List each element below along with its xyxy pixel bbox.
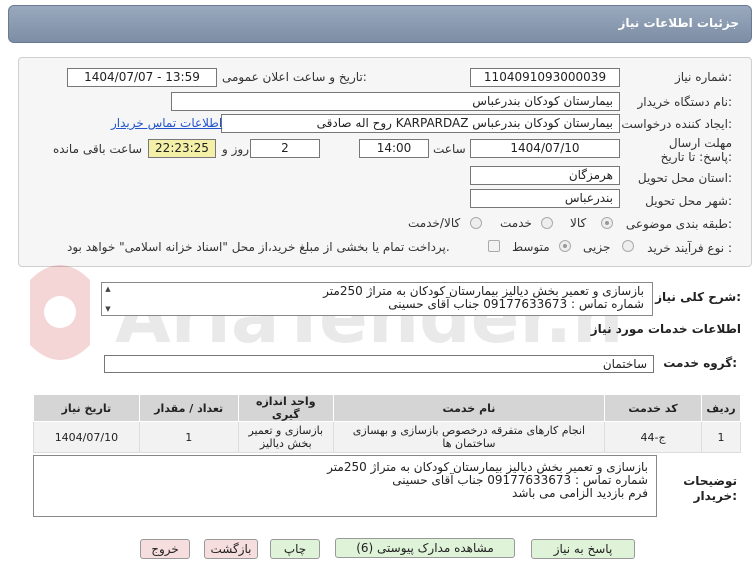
scroll-down-arrow-icon[interactable]: ▼ — [104, 305, 112, 313]
day-and-label: روز و — [222, 142, 249, 156]
category-service-label: خدمت — [500, 216, 532, 230]
buyer-org-label: نام دستگاه خریدار: — [637, 95, 733, 109]
buyer-notes-textarea[interactable]: بازسازی و تعمیر بخش دیالیز بیمارستان کود… — [33, 455, 657, 517]
print-button[interactable]: چاپ — [270, 539, 320, 559]
treasury-checkbox[interactable] — [488, 240, 500, 252]
need-desc-line-2: شماره تماس : 09177633673 جناب آقای حسینی — [388, 297, 644, 311]
cell-row: 1 — [701, 421, 741, 453]
deadline-time-field: 14:00 — [359, 139, 429, 158]
purchase-minor-label: جزیی — [583, 240, 611, 254]
cell-service-name: انجام کارهای متفرقه درخصوص بازسازی و بهس… — [332, 421, 606, 453]
buyer-notes-line-3: فرم بازدید الزامی می باشد — [512, 486, 648, 500]
page-title: جزئیات اطلاعات نیاز — [618, 16, 739, 30]
need-number-label: شماره نیاز: — [674, 70, 732, 84]
back-button[interactable]: بازگشت — [204, 539, 258, 559]
city-label: شهر محل تحویل: — [645, 194, 732, 208]
buyer-notes-label: توضیحات خریدار: — [683, 474, 737, 503]
remaining-label: ساعت باقی مانده — [53, 142, 143, 156]
announce-datetime-field: 1404/07/07 - 13:59 — [67, 68, 217, 87]
service-group-label: گروه خدمت: — [663, 356, 737, 370]
province-label: استان محل تحویل: — [637, 171, 732, 185]
services-table: تاریخ نیاز تعداد / مقدار واحد اندازه گیر… — [33, 394, 741, 453]
col-service-code: کد خدمت — [604, 394, 702, 422]
deadline-label: مهلت ارسال پاسخ: تا تاریخ: — [660, 136, 732, 164]
cell-service-code: ج-44 — [604, 421, 702, 453]
purchase-medium-radio[interactable] — [559, 240, 571, 252]
requester-label: ایجاد کننده درخواست: — [621, 117, 732, 131]
need-desc-label: شرح کلی نیاز: — [655, 290, 741, 304]
services-table-header: تاریخ نیاز تعداد / مقدار واحد اندازه گیر… — [33, 394, 741, 422]
purchase-minor-radio[interactable] — [622, 240, 634, 252]
category-goods-service-label: کالا/خدمت — [408, 216, 461, 230]
treasury-note: پرداخت تمام یا بخشی از مبلغ خرید،از محل … — [67, 240, 450, 254]
services-info-title: اطلاعات خدمات مورد نیاز — [590, 322, 741, 336]
category-label: طبقه بندی موضوعی: — [625, 217, 732, 231]
col-quantity: تعداد / مقدار — [138, 394, 239, 422]
deadline-date-field: 1404/07/10 — [470, 139, 620, 158]
province-field: هرمزگان — [470, 166, 620, 185]
service-group-field: ساختمان — [104, 355, 654, 373]
announce-datetime-label: تاریخ و ساعت اعلان عمومی: — [222, 70, 367, 84]
attachments-button[interactable]: مشاهده مدارک پیوستی (6) — [335, 538, 515, 558]
need-number-field: 1104091093000039 — [470, 68, 620, 87]
col-row: ردیف — [701, 394, 741, 422]
col-need-date: تاریخ نیاز — [33, 394, 140, 422]
col-service-name: نام خدمت — [332, 394, 606, 422]
page-header: جزئیات اطلاعات نیاز — [8, 5, 752, 43]
buyer-contact-link[interactable]: اطلاعات تماس خریدار — [111, 116, 222, 130]
days-field: 2 — [250, 139, 320, 158]
category-goods-service-radio[interactable] — [470, 217, 482, 229]
city-field: بندرعباس — [470, 189, 620, 208]
need-desc-textarea[interactable]: بازسازی و تعمیر بخش دیالیز بیمارستان کود… — [101, 282, 653, 316]
scroll-up-arrow-icon[interactable]: ▲ — [104, 285, 112, 293]
table-row: 1404/07/10 1 بازسازی و تعمیر بخش دیالیز … — [33, 421, 741, 453]
buyer-org-field: بیمارستان کودکان بندرعباس — [171, 92, 620, 111]
reply-button[interactable]: پاسخ به نیاز — [531, 539, 635, 559]
time-label: ساعت — [433, 142, 466, 156]
cell-need-date: 1404/07/10 — [33, 421, 140, 453]
category-service-radio[interactable] — [541, 217, 553, 229]
col-unit: واحد اندازه گیری — [237, 394, 334, 422]
category-goods-radio[interactable] — [601, 217, 613, 229]
requester-field: روح اله صادقی KARPARDAZ بیمارستان کودکان… — [221, 114, 620, 133]
exit-button[interactable]: خروج — [140, 539, 190, 559]
cell-unit: بازسازی و تعمیر بخش دیالیز — [237, 421, 334, 453]
purchase-medium-label: متوسط — [512, 240, 550, 254]
purchase-type-label: نوع فرآیند خرید : — [647, 241, 732, 255]
cell-quantity: 1 — [138, 421, 239, 453]
remaining-time-field: 22:23:25 — [148, 139, 216, 158]
category-goods-label: کالا — [570, 216, 587, 230]
info-panel — [18, 57, 752, 267]
